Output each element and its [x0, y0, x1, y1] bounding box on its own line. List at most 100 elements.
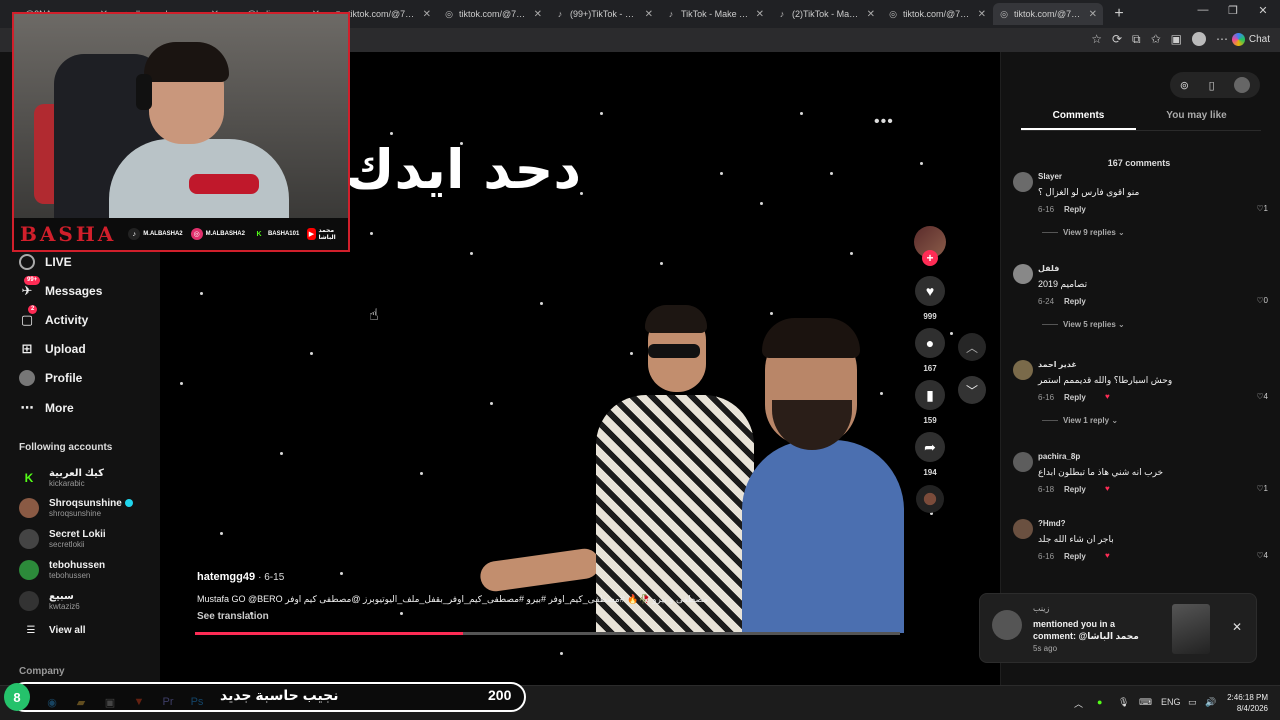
following-account[interactable]: Shroqsunshine shroqsunshine	[19, 496, 133, 520]
maximize-icon[interactable]: ❐	[1218, 4, 1248, 17]
following-account[interactable]: سبيع kwtaziz6	[19, 589, 80, 613]
minimize-icon[interactable]: —	[1188, 4, 1218, 16]
reply-button[interactable]: Reply	[1064, 552, 1086, 561]
keyboard-icon[interactable]: ⌨	[1139, 697, 1152, 708]
new-tab-button[interactable]: +	[1108, 5, 1130, 23]
favorites-icon[interactable]: ✩	[1151, 32, 1161, 47]
star-particle	[560, 652, 563, 655]
mention-notification[interactable]: زينب mentioned you in a comment: @محمد ا…	[979, 593, 1257, 663]
reply-button[interactable]: Reply	[1064, 485, 1086, 494]
close-window-icon[interactable]: ✕	[1248, 4, 1278, 17]
comment-count: 167 comments	[1107, 158, 1171, 168]
close-icon[interactable]: ✕	[534, 9, 542, 20]
user-avatar[interactable]	[1234, 77, 1251, 93]
microphone	[189, 174, 259, 194]
reply-button[interactable]: Reply	[1064, 297, 1086, 306]
heart-icon[interactable]: ♥	[915, 276, 945, 306]
close-icon[interactable]: ✕	[645, 9, 653, 20]
close-icon[interactable]: ✕	[423, 9, 431, 20]
collections-icon[interactable]: ▣	[1171, 32, 1182, 47]
view-replies-button[interactable]: View 5 replies ⌄	[1042, 320, 1125, 329]
chevron-up-icon[interactable]: ︿	[1074, 697, 1083, 710]
star-particle	[850, 252, 853, 255]
avatar[interactable]	[1013, 360, 1033, 380]
comment-like[interactable]: ♡1	[1256, 204, 1268, 213]
avatar[interactable]	[1013, 264, 1033, 284]
star-particle	[310, 352, 313, 355]
microphone-icon[interactable]: 🎙	[1118, 697, 1129, 708]
sidebar-item-upload[interactable]: ⊞ Upload	[18, 339, 86, 359]
browser-tab[interactable]: ♪(2)TikTok - Make Yo✕	[771, 3, 881, 25]
browser-tab[interactable]: ◎ tiktok.com/@73380 ✕	[993, 3, 1103, 25]
comment-like[interactable]: ♡0	[1256, 296, 1268, 305]
browser-tab[interactable]: ◎ tiktok.com/@73380 ✕	[882, 3, 992, 25]
avatar[interactable]	[1013, 452, 1033, 472]
activity-icon: ▢ 2	[18, 305, 38, 329]
display-icon[interactable]: ▭	[1188, 697, 1197, 708]
comment-like[interactable]: ♡1	[1256, 484, 1268, 493]
sidebar-item-messages[interactable]: ✈ 99+ Messages	[18, 276, 102, 301]
star-particle	[950, 332, 953, 335]
share-icon[interactable]: ➦	[915, 432, 945, 462]
view-all-link[interactable]: ☰ View all	[22, 620, 86, 640]
comment-icon[interactable]: ●	[915, 328, 945, 358]
sunglasses	[648, 344, 700, 358]
more-options-icon[interactable]: •••	[874, 113, 894, 131]
music-disc-icon[interactable]	[916, 485, 944, 513]
close-icon[interactable]: ✕	[756, 9, 764, 20]
language-indicator[interactable]: ENG	[1161, 697, 1181, 707]
chevron-down-icon[interactable]: ﹀	[958, 376, 986, 404]
star-icon[interactable]: ☆	[1091, 32, 1102, 47]
following-account[interactable]: K كيك العربية kickarabic	[19, 466, 104, 490]
sidebar-item-more[interactable]: ⋯ More	[18, 398, 74, 418]
view-replies-button[interactable]: View 1 reply ⌄	[1042, 416, 1118, 425]
close-icon[interactable]: ✕	[978, 9, 986, 20]
extensions-icon[interactable]: ⧉	[1132, 32, 1141, 47]
browser-tab[interactable]: ◎ tiktok.com/@75893 ✕	[438, 3, 548, 25]
bookmark-icon[interactable]: ▮	[915, 380, 945, 410]
sidebar-item-profile[interactable]: Profile	[18, 368, 82, 388]
taskbar-clock[interactable]: 2:46:18 PM 8/4/2026	[1222, 692, 1268, 714]
device-icon[interactable]: ▯	[1209, 79, 1215, 92]
chevron-up-icon[interactable]: ︿	[958, 333, 986, 361]
comment-action[interactable]: ● 167	[915, 328, 945, 373]
tiktok-icon: ♪	[557, 9, 563, 19]
comment-like[interactable]: ♡4	[1256, 551, 1268, 560]
share-action[interactable]: ➦ 194	[915, 432, 945, 477]
menu-icon[interactable]: ⋯	[1216, 32, 1228, 47]
avatar[interactable]	[1013, 172, 1033, 192]
tab-comments[interactable]: Comments	[1021, 110, 1136, 121]
browser-tab[interactable]: ♪ TikTok - Make Your ✕	[660, 3, 770, 25]
copilot-chat-button[interactable]: Chat	[1231, 33, 1270, 46]
browser-tab[interactable]: ♪ (99+)TikTok - Make ✕	[549, 3, 659, 25]
tray-app-icon[interactable]: ●	[1097, 697, 1102, 707]
profile-avatar[interactable]	[1192, 32, 1206, 46]
following-account[interactable]: tebohussen tebohussen	[19, 558, 105, 582]
see-translation-link[interactable]: See translation	[197, 611, 269, 622]
reply-button[interactable]: Reply	[1064, 393, 1086, 402]
refresh-icon[interactable]: ⟳	[1112, 32, 1122, 47]
close-icon[interactable]: ✕	[1232, 620, 1242, 634]
volume-icon[interactable]: 🔊	[1205, 697, 1216, 708]
pip-icon[interactable]: ⊚	[1180, 79, 1189, 92]
sidebar-item-live[interactable]: LIVE	[18, 252, 72, 272]
avatar[interactable]	[1013, 519, 1033, 539]
video-author[interactable]: hatemgg49 · 6-15	[197, 571, 284, 583]
close-icon[interactable]: ✕	[867, 9, 875, 20]
sidebar-item-activity[interactable]: ▢ 2 Activity	[18, 305, 88, 330]
avatar	[19, 560, 39, 580]
follow-plus-icon[interactable]: +	[922, 250, 938, 266]
like-action[interactable]: ♥ 999	[915, 276, 945, 321]
following-account[interactable]: Secret Lokii secretlokii	[19, 527, 106, 551]
video-caption: مصطفى و بيرو 🥀🔥 #مصطفى_كيم_اوفر #بيرو #م…	[197, 594, 709, 604]
comments-panel: ⊚ ▯ Comments You may like 167 comments S…	[1000, 52, 1280, 685]
company-link[interactable]: Company	[19, 666, 65, 677]
comment-like[interactable]: ♡4	[1256, 392, 1268, 401]
close-icon[interactable]: ✕	[1089, 9, 1097, 20]
tab-you-may-like[interactable]: You may like	[1139, 110, 1254, 121]
save-action[interactable]: ▮ 159	[915, 380, 945, 425]
view-replies-button[interactable]: View 9 replies ⌄	[1042, 228, 1125, 237]
video-person-right-hair	[762, 318, 860, 358]
reply-button[interactable]: Reply	[1064, 205, 1086, 214]
video-progress-bar[interactable]	[195, 632, 900, 635]
